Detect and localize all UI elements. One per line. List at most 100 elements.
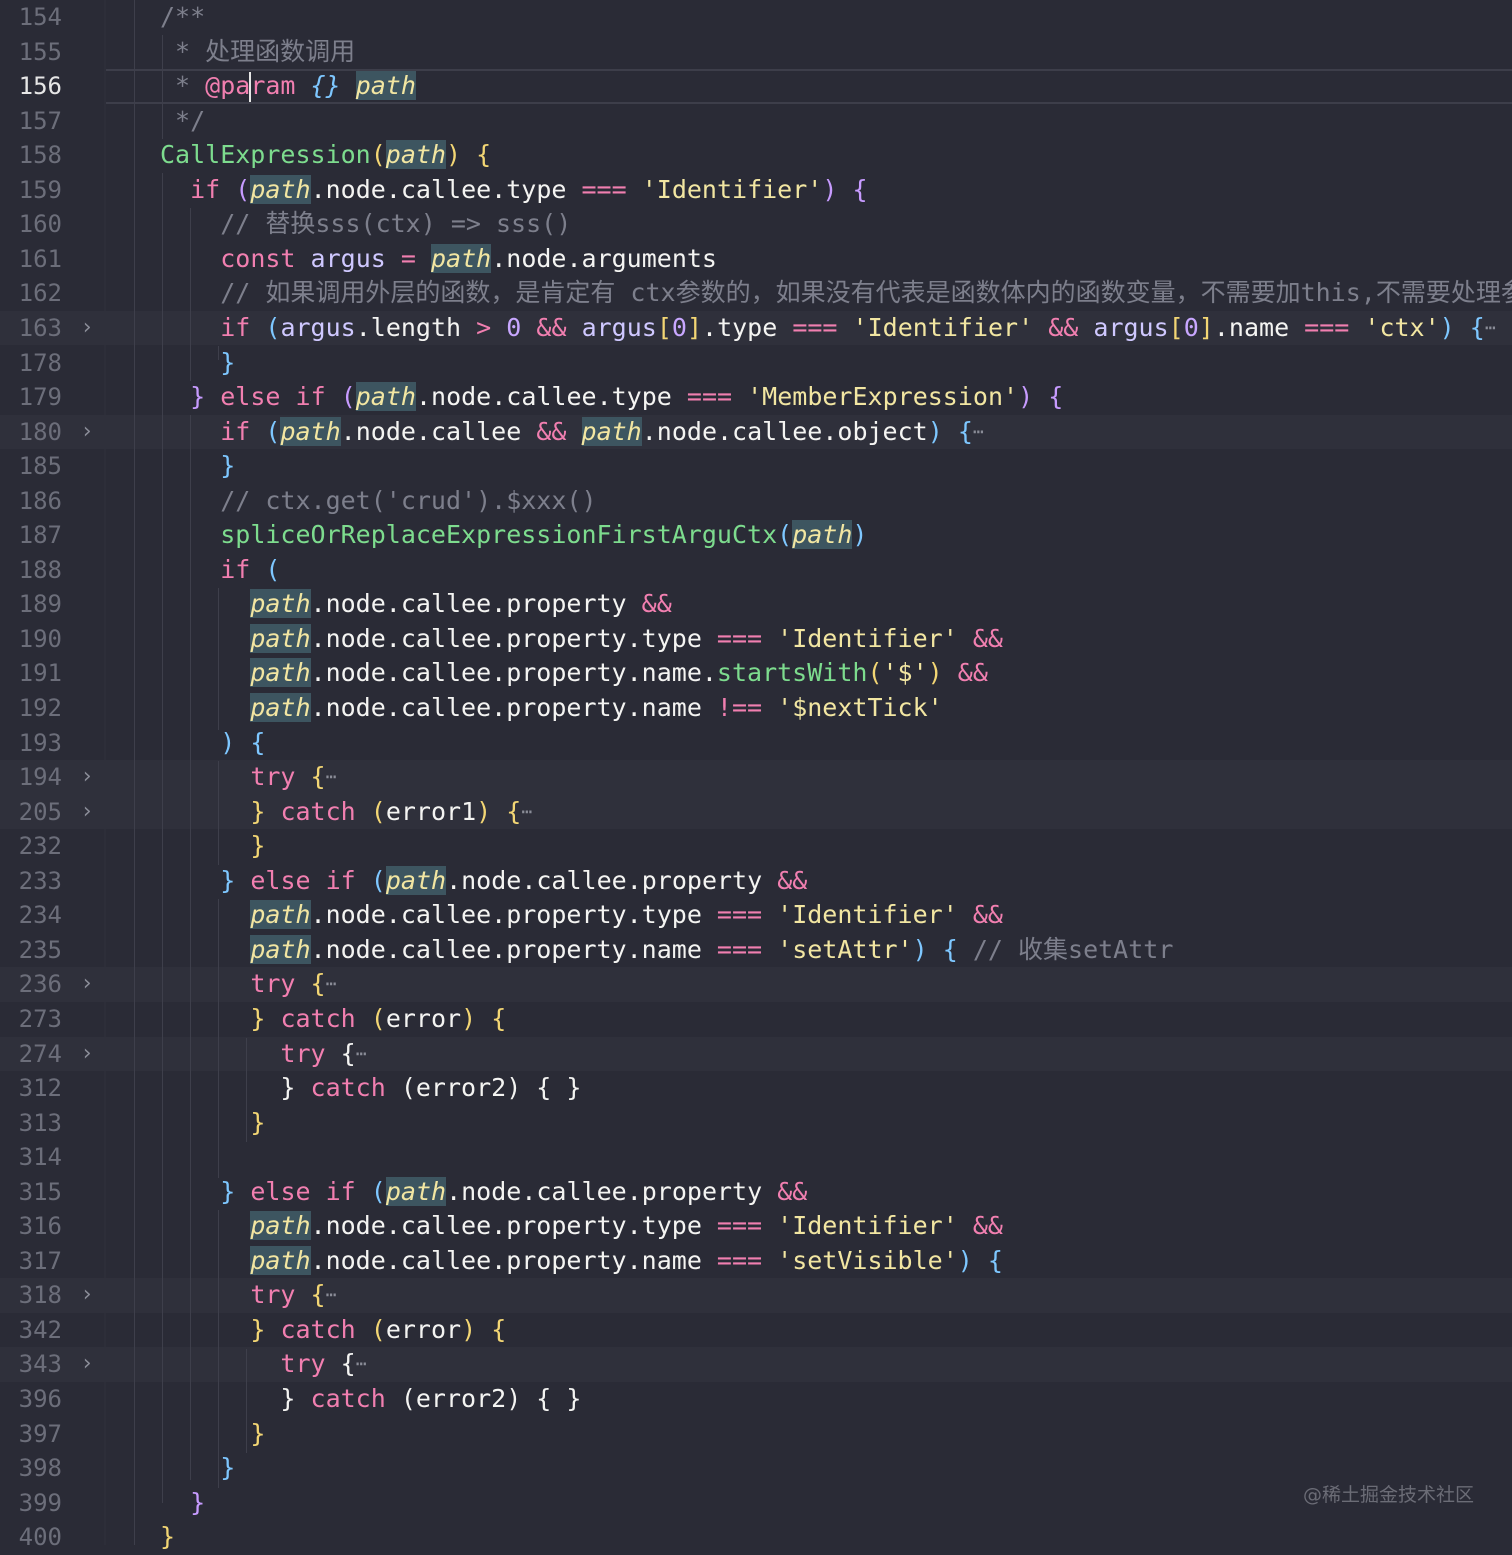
line-number[interactable]: 236 [0, 967, 62, 1002]
code-text[interactable]: } [160, 449, 235, 484]
line-number[interactable]: 187 [0, 518, 62, 553]
line-number[interactable]: 179 [0, 380, 62, 415]
line-number[interactable]: 154 [0, 0, 62, 35]
line-number[interactable]: 163 [0, 311, 62, 346]
fold-chevron-icon[interactable]: › [74, 311, 100, 346]
code-text[interactable]: } catch (error) { [160, 1313, 506, 1348]
code-line[interactable]: 185 } [0, 449, 1512, 484]
line-number[interactable]: 396 [0, 1382, 62, 1417]
fold-chevron-icon[interactable]: › [74, 1278, 100, 1313]
code-text[interactable]: } catch (error2) { } [160, 1071, 581, 1106]
code-line[interactable]: 162 // 如果调用外层的函数，是肯定有 ctx参数的，如果没有代表是函数体内… [0, 276, 1512, 311]
line-number[interactable]: 232 [0, 829, 62, 864]
code-text[interactable]: path.node.callee.property.name === 'setA… [160, 933, 1173, 968]
code-text[interactable]: } else if (path.node.callee.property && [160, 864, 807, 899]
code-line[interactable]: 318 › try {⋯ [0, 1278, 1512, 1313]
code-line[interactable]: 313 } [0, 1106, 1512, 1141]
fold-chevron-icon[interactable]: › [74, 795, 100, 830]
folded-ellipsis-icon[interactable]: ⋯ [521, 801, 532, 822]
code-line[interactable]: 158 CallExpression(path) { [0, 138, 1512, 173]
code-text[interactable]: } [160, 1106, 265, 1141]
code-line[interactable]: 161 const argus = path.node.arguments [0, 242, 1512, 277]
code-line[interactable]: 397 } [0, 1417, 1512, 1452]
code-line[interactable]: 396 } catch (error2) { } [0, 1382, 1512, 1417]
folded-ellipsis-icon[interactable]: ⋯ [356, 1354, 367, 1375]
line-number[interactable]: 157 [0, 104, 62, 139]
code-line[interactable]: 189 path.node.callee.property && [0, 587, 1512, 622]
code-line[interactable]: 180 › if (path.node.callee && path.node.c… [0, 414, 1512, 450]
code-line[interactable]: 163 › if (argus.length > 0 && argus[0].ty… [0, 310, 1512, 346]
folded-ellipsis-icon[interactable]: ⋯ [356, 1043, 367, 1064]
line-number[interactable]: 397 [0, 1417, 62, 1452]
code-text[interactable]: path.node.callee.property && [160, 587, 672, 622]
line-number[interactable]: 158 [0, 138, 62, 173]
code-text[interactable]: // 替换sss(ctx) => sss() [160, 207, 571, 242]
code-text[interactable]: // ctx.get('crud').$xxx() [160, 484, 596, 519]
code-text[interactable]: path.node.callee.property.type === 'Iden… [160, 1209, 1003, 1244]
line-number[interactable]: 342 [0, 1313, 62, 1348]
line-number[interactable]: 178 [0, 346, 62, 381]
line-number[interactable]: 398 [0, 1451, 62, 1486]
code-line[interactable]: 155 * 处理函数调用 [0, 35, 1512, 70]
code-text[interactable]: } catch (error1) {⋯ [160, 795, 532, 830]
line-number[interactable]: 343 [0, 1347, 62, 1382]
code-text[interactable]: } [160, 1520, 175, 1555]
line-number[interactable]: 235 [0, 933, 62, 968]
line-number[interactable]: 316 [0, 1209, 62, 1244]
line-number[interactable]: 161 [0, 242, 62, 277]
code-line[interactable]: 160 // 替换sss(ctx) => sss() [0, 207, 1512, 242]
code-text[interactable]: path.node.callee.property.name.startsWit… [160, 656, 988, 691]
code-line[interactable]: 399 } [0, 1486, 1512, 1521]
fold-chevron-icon[interactable]: › [74, 1347, 100, 1382]
line-number[interactable]: 155 [0, 35, 62, 70]
code-line[interactable]: 400} [0, 1520, 1512, 1555]
line-number[interactable]: 234 [0, 898, 62, 933]
code-line[interactable]: 188 if ( [0, 553, 1512, 588]
code-text[interactable]: } catch (error) { [160, 1002, 506, 1037]
folded-ellipsis-icon[interactable]: ⋯ [326, 974, 337, 995]
code-text[interactable]: } [160, 1417, 265, 1452]
code-line[interactable]: 274 › try {⋯ [0, 1036, 1512, 1072]
line-number[interactable]: 193 [0, 726, 62, 761]
code-text[interactable]: path.node.callee.property.name === 'setV… [160, 1244, 1003, 1279]
code-line[interactable]: 343 › try {⋯ [0, 1347, 1512, 1382]
line-number[interactable]: 156 [0, 69, 62, 104]
line-number[interactable]: 313 [0, 1106, 62, 1141]
code-line[interactable]: 178 } [0, 346, 1512, 381]
code-text[interactable]: */ [160, 104, 205, 139]
line-number[interactable]: 185 [0, 449, 62, 484]
code-text[interactable]: } [160, 1486, 205, 1521]
code-line[interactable]: 156 * @param {} path [0, 69, 1512, 104]
code-text[interactable]: * @param {} path [160, 69, 416, 104]
code-line[interactable]: 235 path.node.callee.property.name === '… [0, 933, 1512, 968]
code-line[interactable]: 316 path.node.callee.property.type === '… [0, 1209, 1512, 1244]
code-line[interactable]: 342 } catch (error) { [0, 1313, 1512, 1348]
code-editor[interactable]: 154/** 155 * 处理函数调用 156 * @param {} path 15… [0, 0, 1512, 1551]
code-text[interactable]: ) { [160, 726, 265, 761]
code-line[interactable]: 193 ) { [0, 726, 1512, 761]
line-number[interactable]: 159 [0, 173, 62, 208]
code-line[interactable]: 154 /** [0, 0, 1512, 35]
code-text[interactable]: path.node.callee.property.type === 'Iden… [160, 898, 1003, 933]
fold-chevron-icon[interactable]: › [74, 760, 100, 795]
line-number[interactable]: 160 [0, 207, 62, 242]
code-line[interactable]: 179 } else if (path.node.callee.type ===… [0, 380, 1512, 415]
folded-ellipsis-icon[interactable]: ⋯ [1485, 318, 1496, 339]
code-text[interactable]: // 如果调用外层的函数，是肯定有 ctx参数的，如果没有代表是函数体内的函数变… [160, 276, 1512, 311]
line-number[interactable]: 192 [0, 691, 62, 726]
folded-ellipsis-icon[interactable]: ⋯ [973, 421, 984, 442]
line-number[interactable]: 194 [0, 760, 62, 795]
code-text[interactable]: } else if (path.node.callee.type === 'Me… [160, 380, 1063, 415]
code-text[interactable]: path.node.callee.property.type === 'Iden… [160, 622, 1003, 657]
code-text[interactable]: if (path.node.callee.type === 'Identifie… [160, 173, 868, 208]
code-line[interactable]: 186 // ctx.get('crud').$xxx() [0, 484, 1512, 519]
line-number[interactable]: 312 [0, 1071, 62, 1106]
code-line[interactable]: 159 if (path.node.callee.type === 'Ident… [0, 173, 1512, 208]
folded-ellipsis-icon[interactable]: ⋯ [326, 767, 337, 788]
code-line[interactable]: 312 } catch (error2) { } [0, 1071, 1512, 1106]
line-number[interactable]: 399 [0, 1486, 62, 1521]
code-line[interactable]: 273 } catch (error) { [0, 1002, 1512, 1037]
fold-chevron-icon[interactable]: › [74, 415, 100, 450]
line-number[interactable]: 205 [0, 795, 62, 830]
code-text[interactable]: if ( [160, 553, 280, 588]
